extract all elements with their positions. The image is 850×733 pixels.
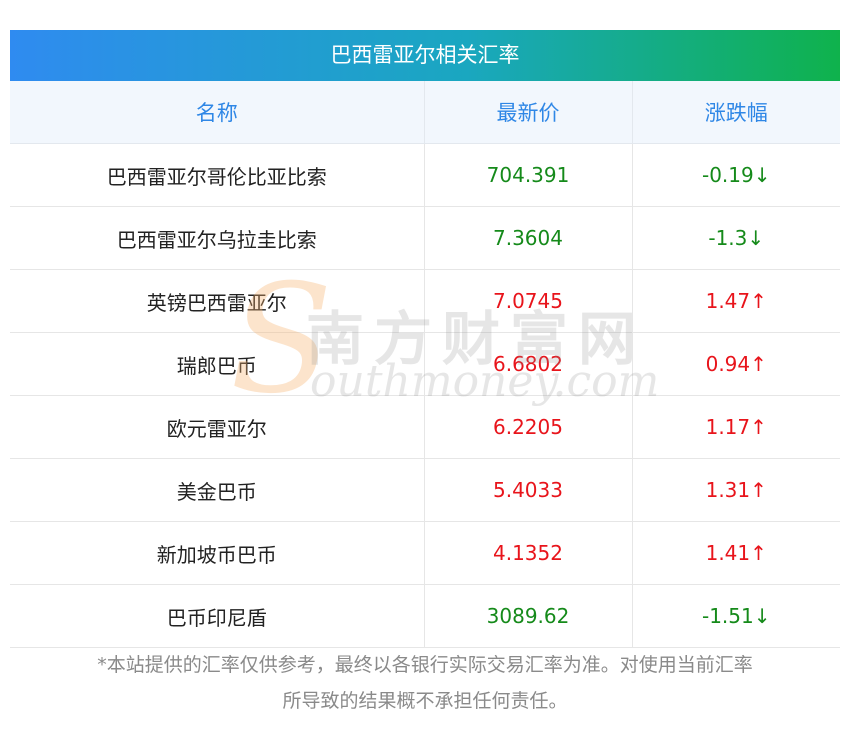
currency-pair-name: 巴西雷亚尔哥伦比亚比索: [10, 143, 425, 207]
latest-price: 7.0745: [424, 269, 633, 333]
currency-pair-name: 巴币印尼盾: [10, 584, 425, 648]
change-percent: 1.17↑: [632, 395, 840, 459]
disclaimer-footnote: *本站提供的汇率仅供参考，最终以各银行实际交易汇率为准。对使用当前汇率 所导致的…: [0, 647, 850, 719]
table-row: 欧元雷亚尔 6.2205 1.17↑: [10, 395, 840, 459]
currency-pair-name: 巴西雷亚尔乌拉圭比索: [10, 206, 425, 270]
latest-price: 704.391: [424, 143, 633, 207]
table-row: 巴币印尼盾 3089.62 -1.51↓: [10, 584, 840, 648]
latest-price: 7.3604: [424, 206, 633, 270]
latest-price: 5.4033: [424, 458, 633, 522]
latest-price: 3089.62: [424, 584, 633, 648]
table-row: 新加坡币巴币 4.1352 1.41↑: [10, 521, 840, 585]
currency-pair-name: 英镑巴西雷亚尔: [10, 269, 425, 333]
disclaimer-line-1: *本站提供的汇率仅供参考，最终以各银行实际交易汇率为准。对使用当前汇率: [97, 654, 753, 676]
change-percent: 1.31↑: [632, 458, 840, 522]
latest-price: 4.1352: [424, 521, 633, 585]
latest-price: 6.6802: [424, 332, 633, 396]
disclaimer-line-2: 所导致的结果概不承担任何责任。: [282, 690, 568, 712]
change-percent: -1.51↓: [632, 584, 840, 648]
currency-pair-name: 瑞郎巴币: [10, 332, 425, 396]
table-header-row: 名称 最新价 涨跌幅: [10, 81, 840, 144]
change-percent: 0.94↑: [632, 332, 840, 396]
change-percent: 1.41↑: [632, 521, 840, 585]
currency-pair-name: 新加坡币巴币: [10, 521, 425, 585]
currency-pair-name: 欧元雷亚尔: [10, 395, 425, 459]
table-row: 巴西雷亚尔哥伦比亚比索 704.391 -0.19↓: [10, 143, 840, 207]
table-title: 巴西雷亚尔相关汇率: [10, 30, 840, 81]
column-header-price: 最新价: [424, 81, 633, 144]
column-header-change: 涨跌幅: [632, 81, 840, 144]
change-percent: 1.47↑: [632, 269, 840, 333]
table-row: 英镑巴西雷亚尔 7.0745 1.47↑: [10, 269, 840, 333]
table-row: 美金巴币 5.4033 1.31↑: [10, 458, 840, 522]
column-header-name: 名称: [10, 81, 425, 144]
latest-price: 6.2205: [424, 395, 633, 459]
change-percent: -0.19↓: [632, 143, 840, 207]
currency-pair-name: 美金巴币: [10, 458, 425, 522]
table-row: 瑞郎巴币 6.6802 0.94↑: [10, 332, 840, 396]
table-row: 巴西雷亚尔乌拉圭比索 7.3604 -1.3↓: [10, 206, 840, 270]
exchange-rate-table: 名称 最新价 涨跌幅 巴西雷亚尔哥伦比亚比索 704.391 -0.19↓ 巴西…: [10, 81, 840, 648]
exchange-rate-table-panel: 巴西雷亚尔相关汇率 名称 最新价 涨跌幅 巴西雷亚尔哥伦比亚比索 704.391…: [10, 30, 840, 648]
change-percent: -1.3↓: [632, 206, 840, 270]
